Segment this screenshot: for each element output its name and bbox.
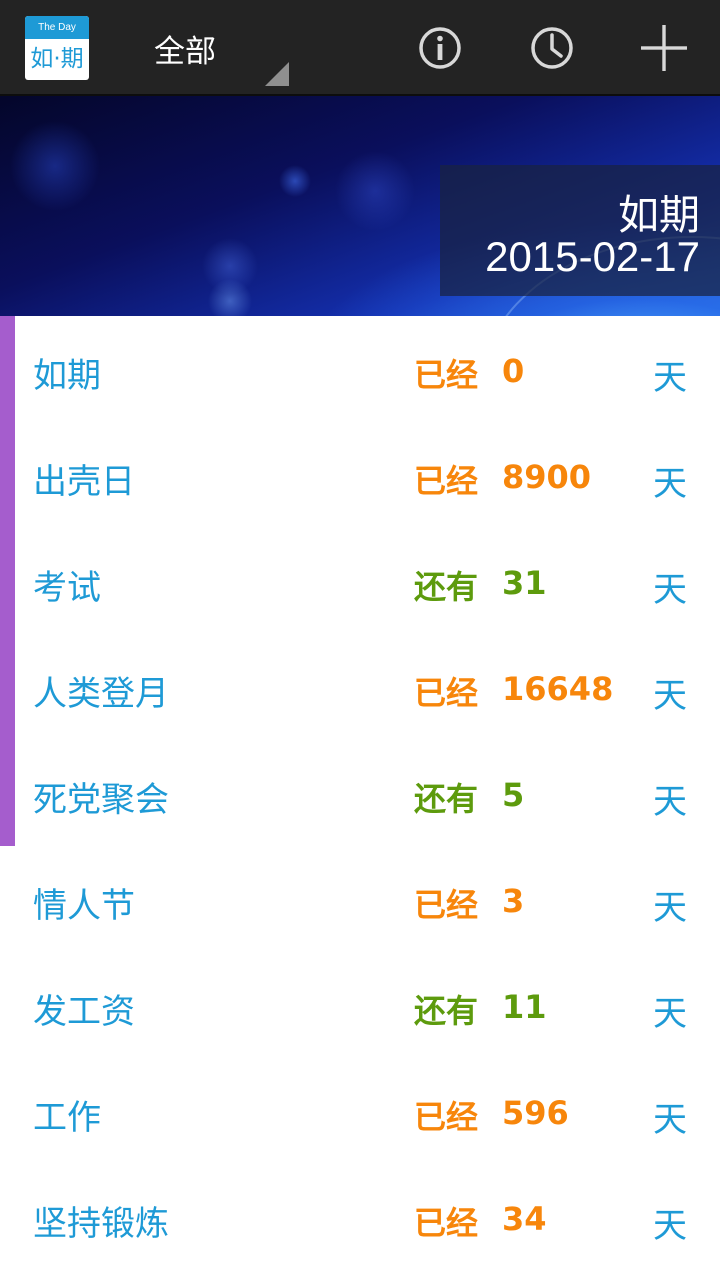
plus-icon[interactable] (640, 24, 688, 72)
featured-banner[interactable]: 如期 2015-02-17 (0, 96, 720, 316)
event-day-count: 596 (502, 1094, 569, 1132)
app-logo-caption: The Day (25, 16, 89, 39)
event-title: 考试 (33, 568, 101, 608)
event-day-unit: 天 (653, 1206, 687, 1246)
event-status: 还有 (414, 780, 479, 818)
banner-info-panel: 如期 2015-02-17 (440, 165, 720, 296)
event-day-unit: 天 (653, 888, 687, 928)
category-filter-dropdown[interactable]: 全部 (140, 0, 292, 92)
event-day-unit: 天 (653, 994, 687, 1034)
clock-icon[interactable] (528, 24, 576, 72)
event-day-count: 34 (502, 1200, 547, 1238)
event-status: 已经 (414, 462, 479, 500)
event-day-count: 8900 (502, 458, 592, 496)
event-title: 人类登月 (33, 674, 169, 714)
event-day-count: 11 (502, 988, 547, 1026)
list-item[interactable]: 情人节 已经 3 天 (0, 846, 720, 952)
list-item[interactable]: 工作 已经 596 天 (0, 1058, 720, 1164)
event-status: 还有 (414, 568, 479, 606)
event-day-count: 0 (502, 352, 525, 390)
event-day-unit: 天 (653, 570, 687, 610)
event-day-count: 31 (502, 564, 547, 602)
event-day-unit: 天 (653, 464, 687, 504)
info-icon[interactable] (416, 24, 464, 72)
event-day-count: 16648 (502, 670, 614, 708)
event-day-count: 5 (502, 776, 525, 814)
banner-date: 2015-02-17 (485, 233, 700, 280)
event-title: 死党聚会 (33, 780, 169, 820)
event-title: 工作 (33, 1098, 101, 1138)
event-day-unit: 天 (653, 676, 687, 716)
category-filter-label: 全部 (154, 34, 216, 70)
event-status: 已经 (414, 886, 479, 924)
event-title: 如期 (33, 356, 101, 396)
list-item[interactable]: 坚持锻炼 已经 34 天 (0, 1164, 720, 1270)
event-day-unit: 天 (653, 358, 687, 398)
event-day-unit: 天 (653, 1100, 687, 1140)
event-title: 出壳日 (33, 462, 135, 502)
event-day-count: 3 (502, 882, 525, 920)
list-item[interactable]: 考试 还有 31 天 (0, 528, 720, 634)
banner-title: 如期 (618, 191, 700, 239)
event-title: 坚持锻炼 (33, 1204, 169, 1244)
event-title: 发工资 (33, 992, 135, 1032)
list-item[interactable]: 如期 已经 0 天 (0, 316, 720, 422)
event-status: 还有 (414, 992, 479, 1030)
event-title: 情人节 (33, 886, 135, 926)
list-item[interactable]: 出壳日 已经 8900 天 (0, 422, 720, 528)
list-item[interactable]: 发工资 还有 11 天 (0, 952, 720, 1058)
event-status: 已经 (414, 1098, 479, 1136)
dropdown-corner-icon (265, 62, 289, 86)
action-bar: The Day 如·期 全部 (0, 0, 720, 96)
event-status: 已经 (414, 1204, 479, 1242)
list-item[interactable]: 人类登月 已经 16648 天 (0, 634, 720, 740)
app-logo-text: 如·期 (30, 46, 84, 72)
app-logo[interactable]: The Day 如·期 (25, 16, 89, 80)
event-list: 如期 已经 0 天 出壳日 已经 8900 天 考试 还有 31 天 人类登月 … (0, 316, 720, 1280)
event-day-unit: 天 (653, 782, 687, 822)
event-status: 已经 (414, 356, 479, 394)
list-item[interactable]: 死党聚会 还有 5 天 (0, 740, 720, 846)
event-status: 已经 (414, 674, 479, 712)
